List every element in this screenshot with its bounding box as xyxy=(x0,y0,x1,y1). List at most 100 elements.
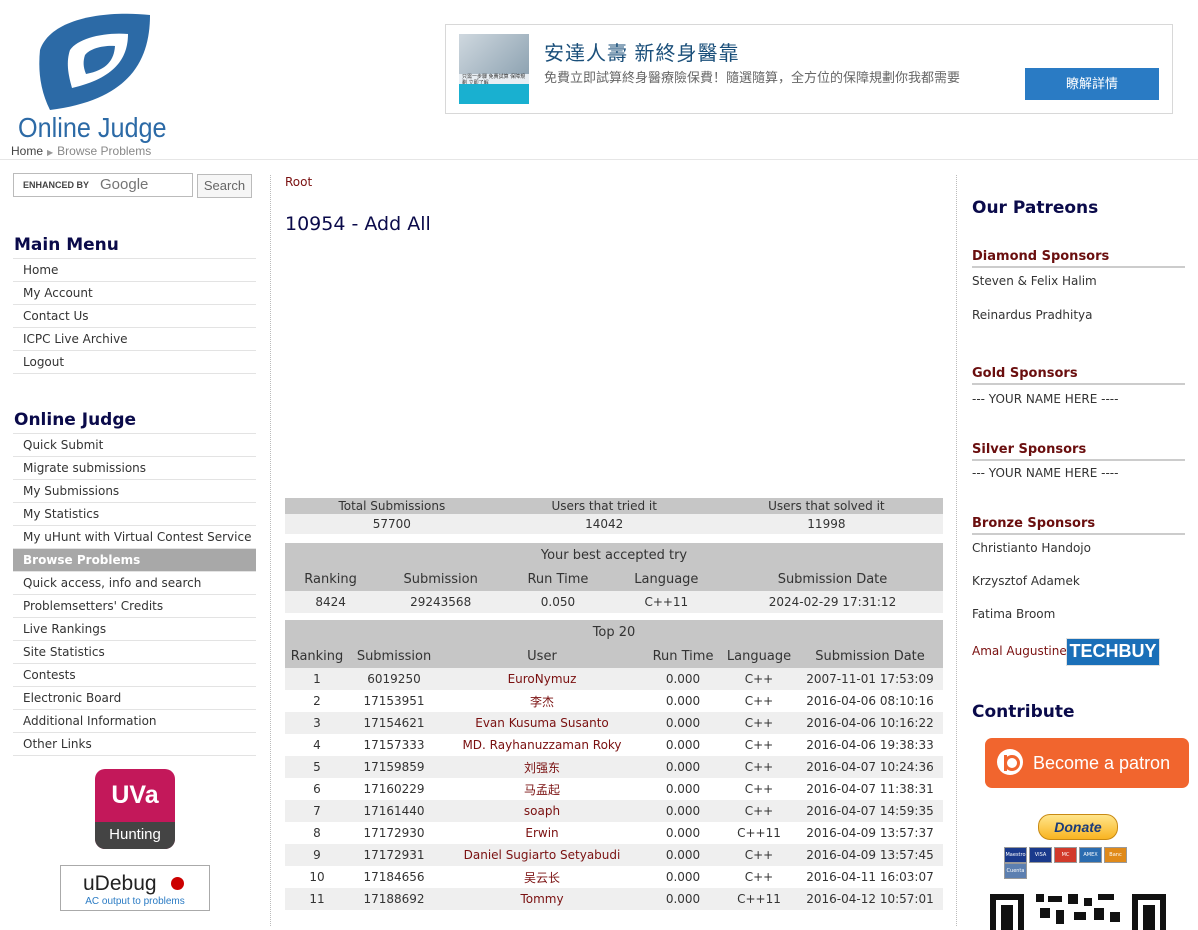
row-date: 2016-04-12 10:57:01 xyxy=(797,888,943,910)
menu-item-browse-problems[interactable]: Browse Problems xyxy=(13,548,256,571)
row-user[interactable]: 吴云长 xyxy=(439,866,645,888)
row-user[interactable]: 李杰 xyxy=(439,690,645,712)
row-user[interactable]: Erwin xyxy=(439,822,645,844)
best-runtime: 0.050 xyxy=(505,591,611,613)
diamond-sponsor: Reinardus Pradhitya xyxy=(972,308,1093,322)
row-submission[interactable]: 17184656 xyxy=(349,866,439,888)
menu-item-additional-information[interactable]: Additional Information xyxy=(13,709,256,732)
row-submission[interactable]: 6019250 xyxy=(349,668,439,690)
patreons-title: Our Patreons xyxy=(972,198,1099,218)
ad-learn-more-button[interactable]: 瞭解詳情 xyxy=(1025,68,1159,100)
menu-item-my-submissions[interactable]: My Submissions xyxy=(13,479,256,502)
best-ranking: 8424 xyxy=(285,591,377,613)
row-ranking: 10 xyxy=(309,870,325,884)
row-date: 2016-04-07 11:38:31 xyxy=(806,782,934,796)
table-row: 1 6019250 EuroNymuz 0.000 C++ 2007-11-01 17:5… xyxy=(285,668,943,690)
menu-item-my-statistics[interactable]: My Statistics xyxy=(13,502,256,525)
table-row: 2 17153951 李杰 0.000 C++ 2016-04-06 08:10:16 xyxy=(285,690,943,712)
row-submission[interactable]: 17153951 xyxy=(349,690,439,712)
table-row: 3 17154621 Evan Kusuma Susanto 0.000 C++ 2016… xyxy=(285,712,943,734)
problem-title[interactable]: 10954 - Add All xyxy=(285,213,431,235)
breadcrumb-home[interactable]: Home xyxy=(11,144,43,158)
qr-code-icon[interactable] xyxy=(990,890,1166,930)
diamond-sponsors-title: Diamond Sponsors xyxy=(972,249,1185,268)
row-language: C++11 xyxy=(737,826,781,840)
row-runtime: 0.000 xyxy=(645,668,721,690)
row-submission[interactable]: 17157333 xyxy=(349,734,439,756)
payment-cards: Maestro VISA MC AMEX Banc Cuenta bancaria xyxy=(1004,845,1146,888)
row-submission[interactable]: 17154621 xyxy=(349,712,439,734)
row-date: 2016-04-07 10:24:36 xyxy=(797,756,943,778)
row-user[interactable]: Tommy xyxy=(439,888,645,910)
udebug-badge[interactable]: uDebug AC output to problems xyxy=(60,865,210,911)
row-user[interactable]: soaph xyxy=(439,800,645,822)
search-button[interactable]: Search xyxy=(197,174,252,198)
menu-item-contact-us[interactable]: Contact Us xyxy=(13,304,256,327)
row-submission[interactable]: 17172931 xyxy=(349,844,439,866)
row-submission[interactable]: 17188692 xyxy=(349,888,439,910)
row-language: C++ xyxy=(744,694,774,708)
menu-item-my-account[interactable]: My Account xyxy=(13,281,256,304)
root-link[interactable]: Root xyxy=(285,175,312,189)
table-row: 8 17172930 Erwin 0.000 C++11 2016-04-09 13:57… xyxy=(285,822,943,844)
row-user[interactable]: 马孟起 xyxy=(439,778,645,800)
menu-item-migrate-submissions[interactable]: Migrate submissions xyxy=(13,456,256,479)
uva-hunting-badge[interactable]: UVa Hunting xyxy=(95,769,175,849)
logo-text: Online Judge xyxy=(18,112,167,143)
row-submission[interactable]: 17161440 xyxy=(349,800,439,822)
search-input[interactable]: ENHANCED BY Google xyxy=(13,173,193,197)
best-submission[interactable]: 29243568 xyxy=(376,591,506,613)
menu-item-quick-submit[interactable]: Quick Submit xyxy=(13,433,256,456)
stats-total: 57700 xyxy=(285,514,499,534)
menu-item-site-statistics[interactable]: Site Statistics xyxy=(13,640,256,663)
udebug-subtitle: AC output to problems xyxy=(85,896,185,907)
table-row: 5 17159859 刘强东 0.000 C++ 2016-04-07 10:24:36 xyxy=(285,756,943,778)
row-date: 2016-04-09 13:57:45 xyxy=(797,844,943,866)
search-enhanced-label: ENHANCED BY xyxy=(23,180,90,190)
table-row: 4 17157333 MD. Rayhanuzzaman Roky 0.000 C++ 2… xyxy=(285,734,943,756)
breadcrumb: Home ▶ Browse Problems xyxy=(11,144,151,158)
menu-item-icpc-live-archive[interactable]: ICPC Live Archive xyxy=(13,327,256,350)
row-language: C++ xyxy=(721,712,797,734)
ad-title[interactable]: 安達人壽 新終身醫靠 xyxy=(544,37,740,66)
row-date: 2016-04-09 13:57:37 xyxy=(806,826,934,840)
udebug-title: uDebug xyxy=(83,872,157,895)
row-runtime: 0.000 xyxy=(665,826,701,840)
row-user[interactable]: EuroNymuz xyxy=(439,668,645,690)
bronze-sponsor: Christianto Handojo xyxy=(972,541,1091,555)
row-user[interactable]: Daniel Sugiarto Setyabudi xyxy=(439,844,645,866)
menu-item-quick-access[interactable]: Quick access, info and search xyxy=(13,571,256,594)
become-patron-button[interactable]: Become a patron xyxy=(985,738,1189,788)
right-divider xyxy=(956,175,957,926)
row-submission[interactable]: 17160229 xyxy=(349,778,439,800)
menu-item-my-uhunt[interactable]: My uHunt with Virtual Contest Service xyxy=(13,525,256,548)
menu-item-logout[interactable]: Logout xyxy=(13,350,256,374)
menu-item-electronic-board[interactable]: Electronic Board xyxy=(13,686,256,709)
menu-item-problemsetters-credits[interactable]: Problemsetters' Credits xyxy=(13,594,256,617)
row-date: 2016-04-06 10:16:22 xyxy=(797,712,943,734)
row-date: 2016-04-06 08:10:16 xyxy=(806,694,934,708)
silver-sponsors-title: Silver Sponsors xyxy=(972,442,1185,461)
row-submission[interactable]: 17159859 xyxy=(349,756,439,778)
row-user[interactable]: Evan Kusuma Susanto xyxy=(439,712,645,734)
row-ranking: 7 xyxy=(285,800,349,822)
menu-item-home[interactable]: Home xyxy=(13,258,256,281)
menu-item-live-rankings[interactable]: Live Rankings xyxy=(13,617,256,640)
row-user[interactable]: MD. Rayhanuzzaman Roky xyxy=(439,734,645,756)
stats-table: Total Submissions Users that tried it Us… xyxy=(285,498,943,534)
row-user[interactable]: 刘强东 xyxy=(439,756,645,778)
row-ranking: 3 xyxy=(285,712,349,734)
ad-banner[interactable]: 只需一步驟 免費試算 保障規劃 立即了解 安達人壽 新終身醫靠 免費立即試算終身… xyxy=(445,24,1173,114)
bronze-sponsor-link[interactable]: Amal Augustine xyxy=(972,644,1067,658)
row-submission[interactable]: 17172930 xyxy=(349,822,439,844)
paypal-donate-button[interactable]: Donate xyxy=(1038,814,1118,840)
ad-thumbnail[interactable]: 只需一步驟 免費試算 保障規劃 立即了解 xyxy=(459,34,529,104)
techbuy-logo[interactable]: TECHBUY xyxy=(1066,638,1160,666)
become-patron-label: Become a patron xyxy=(1033,753,1171,773)
menu-item-contests[interactable]: Contests xyxy=(13,663,256,686)
stats-header-solved: Users that solved it xyxy=(709,498,943,514)
top20-caption: Top 20 xyxy=(285,620,943,644)
menu-item-other-links[interactable]: Other Links xyxy=(13,732,256,756)
row-runtime: 0.000 xyxy=(645,712,721,734)
stats-solved: 11998 xyxy=(709,514,943,534)
